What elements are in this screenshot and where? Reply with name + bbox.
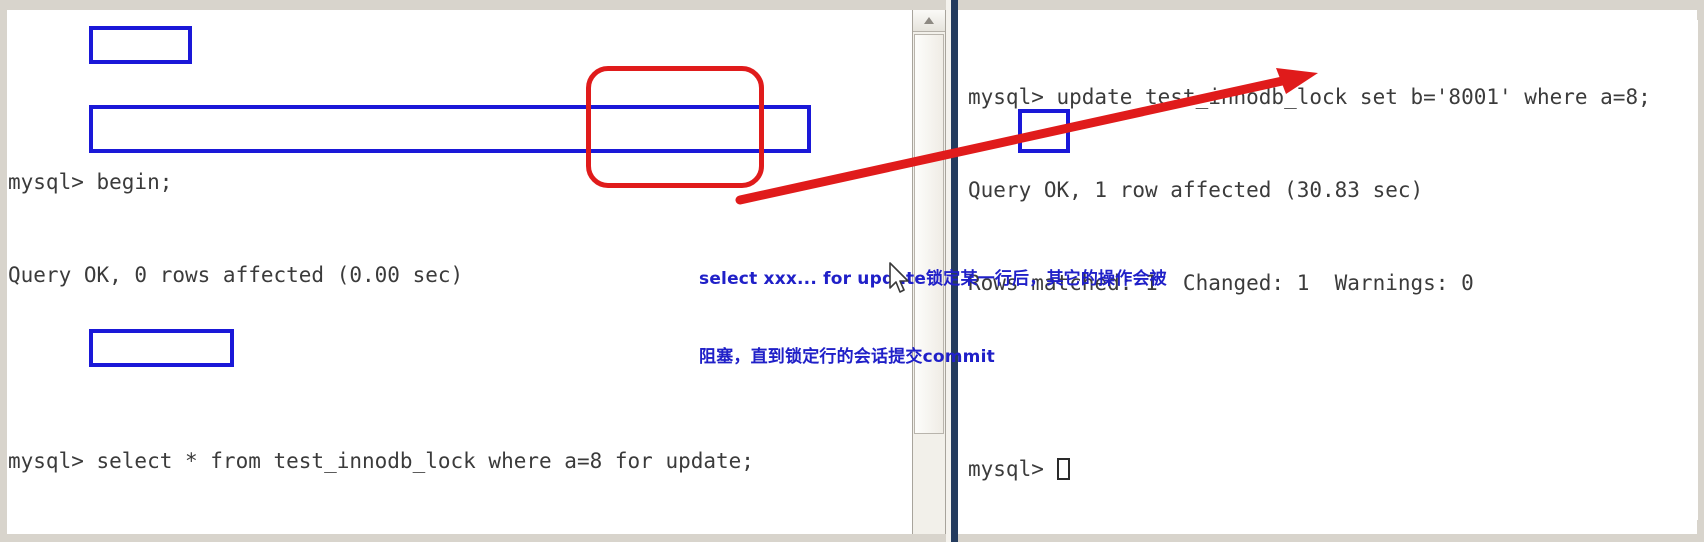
scroll-up-button[interactable] <box>913 10 945 32</box>
chevron-up-icon <box>924 17 934 24</box>
window-chrome-left <box>0 0 7 542</box>
window-chrome-right <box>1697 0 1704 542</box>
text-cursor <box>1056 458 1070 480</box>
annotation-line-1: select xxx... for update锁定某一行后，其它的操作会被 <box>699 269 1167 289</box>
screenshot-root: mysql> begin; Query OK, 0 rows affected … <box>0 0 1704 542</box>
terminal-prompt-text: mysql> <box>968 457 1057 481</box>
annotation-line-2: 阻塞，直到锁定行的会话提交commit <box>699 347 995 367</box>
terminal-line: mysql> update test_innodb_lock set b='80… <box>968 85 1651 109</box>
annotation-text: select xxx... for update锁定某一行后，其它的操作会被 阻… <box>699 214 1167 422</box>
terminal-line: mysql> begin; <box>8 170 173 194</box>
terminal-line: Query OK, 1 row affected (30.83 sec) <box>968 178 1424 202</box>
terminal-prompt-line: mysql> <box>968 454 1698 485</box>
window-chrome-top <box>0 0 1704 10</box>
terminal-line: mysql> select * from test_innodb_lock wh… <box>8 449 754 473</box>
